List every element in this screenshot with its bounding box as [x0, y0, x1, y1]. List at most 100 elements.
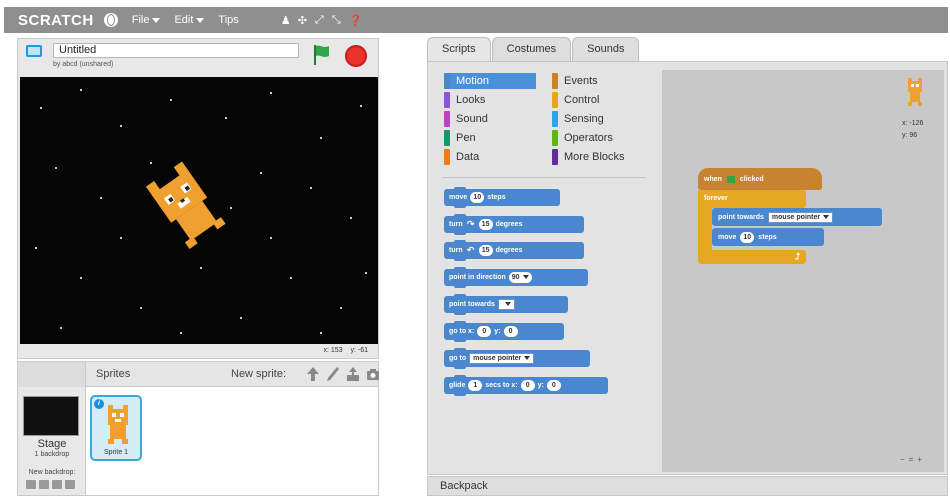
category-label: Operators: [564, 132, 613, 144]
paint-backdrop-icon[interactable]: [39, 480, 49, 489]
block-go-to[interactable]: go to mouse pointer: [444, 348, 590, 369]
sprite-panel-header: Sprites New sprite:: [18, 362, 380, 387]
block-turn-right[interactable]: turn ↷ 15 degrees: [444, 214, 584, 235]
script-canvas[interactable]: x: -126 y: 96 when clicked forever point…: [662, 70, 944, 472]
sprite-name: Sprite 1: [103, 449, 129, 456]
category-swatch: [444, 111, 450, 127]
cat-sprite[interactable]: [145, 161, 226, 249]
category-looks[interactable]: Looks: [444, 92, 536, 108]
new-backdrop-tools: [26, 480, 75, 489]
sprite-thumbnail: [108, 405, 128, 444]
scripts-panel: Motion Looks Sound Pen Data Events Contr…: [427, 61, 948, 475]
camera-icon[interactable]: [366, 366, 380, 382]
move-steps-input[interactable]: 10: [740, 231, 755, 243]
point-target-value: mouse pointer: [771, 213, 821, 221]
category-events[interactable]: Events: [552, 73, 644, 89]
block-move-steps[interactable]: move 10 steps: [444, 187, 560, 208]
menu-edit-label: Edit: [174, 14, 194, 26]
grow-icon[interactable]: ⤢: [315, 14, 324, 27]
sprite-tile[interactable]: i Sprite 1: [90, 395, 142, 461]
zoom-out-icon[interactable]: −: [900, 455, 905, 464]
x-input[interactable]: 0: [477, 326, 492, 337]
script-move-block[interactable]: move 10 steps: [712, 228, 824, 246]
block-point-towards[interactable]: point towards: [444, 294, 568, 315]
block-point-in-direction[interactable]: point in direction 90: [444, 267, 588, 288]
chevron-down-icon: [522, 275, 529, 280]
stop-icon[interactable]: [345, 45, 367, 67]
script-point-towards-block[interactable]: point towards mouse pointer: [712, 208, 882, 226]
category-pen[interactable]: Pen: [444, 130, 536, 146]
language-globe-icon[interactable]: [103, 13, 118, 27]
tab-scripts[interactable]: Scripts: [427, 37, 491, 62]
y-input[interactable]: 0: [546, 380, 561, 391]
stage-canvas[interactable]: [20, 77, 378, 344]
sprite-x: x: -126: [902, 120, 924, 127]
category-operators[interactable]: Operators: [552, 130, 644, 146]
paint-sprite-icon[interactable]: [326, 366, 340, 382]
forever-block[interactable]: forever: [698, 190, 806, 208]
block-text: point towards: [718, 213, 764, 221]
tab-costumes[interactable]: Costumes: [491, 37, 572, 61]
category-label: Sensing: [564, 113, 604, 125]
shrink-icon[interactable]: ⤡: [332, 14, 341, 27]
goto-target-dropdown[interactable]: mouse pointer: [469, 353, 535, 364]
category-more-blocks[interactable]: More Blocks: [552, 149, 654, 165]
menu-file[interactable]: File: [132, 14, 161, 26]
tab-sounds[interactable]: Sounds: [572, 37, 640, 61]
zoom-reset-icon[interactable]: =: [909, 455, 914, 464]
block-text: degrees: [495, 247, 523, 254]
menu-edit[interactable]: Edit: [174, 14, 205, 26]
block-number-input[interactable]: 10: [470, 192, 485, 203]
backpack[interactable]: Backpack: [427, 476, 948, 496]
zoom-controls: − = +: [900, 455, 922, 464]
backdrop-library-icon[interactable]: [26, 480, 36, 489]
y-input[interactable]: 0: [503, 326, 518, 337]
menu-tips-label: Tips: [218, 14, 239, 26]
block-turn-left[interactable]: turn ↶ 15 degrees: [444, 240, 584, 261]
cut-icon[interactable]: ✣: [298, 14, 307, 27]
block-text: point in direction: [449, 274, 506, 281]
block-text: y:: [494, 328, 501, 335]
upload-sprite-icon[interactable]: [346, 366, 360, 382]
category-control[interactable]: Control: [552, 92, 644, 108]
block-number-input[interactable]: 15: [478, 245, 493, 256]
block-go-to-xy[interactable]: go to x: 0 y: 0: [444, 321, 564, 342]
target-dropdown[interactable]: [497, 299, 515, 310]
block-number-input[interactable]: 15: [478, 219, 493, 230]
block-glide[interactable]: glide 1 secs to x: 0 y: 0: [444, 375, 608, 396]
category-swatch: [552, 73, 558, 89]
block-text: when: [704, 175, 722, 183]
sprite-y: y: 96: [902, 132, 918, 139]
duplicate-icon[interactable]: ♟: [281, 14, 291, 27]
stage-thumbnail[interactable]: [23, 396, 79, 436]
point-target-dropdown[interactable]: mouse pointer: [767, 211, 834, 223]
secs-input[interactable]: 1: [468, 380, 483, 391]
scratch-logo[interactable]: SCRATCH: [18, 12, 94, 29]
mouse-x-readout: x: 153: [323, 347, 343, 354]
category-motion[interactable]: Motion: [444, 73, 536, 89]
stage-label: Stage: [37, 438, 67, 450]
presentation-mode-icon[interactable]: [26, 45, 42, 57]
green-flag-icon[interactable]: [311, 43, 331, 67]
block-text: clicked: [739, 175, 764, 183]
block-text: move: [718, 233, 737, 241]
direction-dropdown[interactable]: 90: [508, 272, 532, 283]
help-icon[interactable]: ❓: [349, 14, 363, 27]
category-sound[interactable]: Sound: [444, 111, 536, 127]
category-data[interactable]: Data: [444, 149, 536, 165]
new-backdrop-label: New backdrop:: [28, 469, 76, 476]
menu-tips[interactable]: Tips: [218, 14, 238, 26]
upload-backdrop-icon[interactable]: [52, 480, 62, 489]
when-flag-clicked-block[interactable]: when clicked: [698, 168, 822, 190]
category-label: Pen: [456, 132, 476, 144]
choose-sprite-library-icon[interactable]: [306, 366, 320, 382]
x-input[interactable]: 0: [520, 380, 535, 391]
block-text: go to: [449, 355, 467, 362]
backdrop-camera-icon[interactable]: [65, 480, 75, 489]
block-text: steps: [487, 194, 506, 201]
project-title-input[interactable]: Untitled: [53, 43, 299, 58]
zoom-in-icon[interactable]: +: [917, 455, 922, 464]
category-sensing[interactable]: Sensing: [552, 111, 644, 127]
stage-selector[interactable]: Stage 1 backdrop New backdrop:: [18, 387, 86, 495]
palette-divider: [442, 177, 646, 178]
